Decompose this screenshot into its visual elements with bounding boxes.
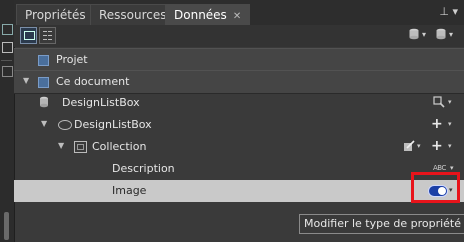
- plus-icon[interactable]: +: [431, 138, 443, 154]
- chevron-down-icon[interactable]: ▾: [448, 98, 452, 106]
- text-type-icon[interactable]: ABC: [433, 164, 446, 172]
- tree-label: Description: [112, 162, 175, 175]
- tree-row-designlistbox-child[interactable]: ▼ DesignListBox + ▾: [14, 114, 464, 136]
- tree-label: Ce document: [56, 75, 130, 88]
- tree-label: Collection: [92, 140, 147, 153]
- tab-ressources[interactable]: Ressources: [90, 4, 176, 26]
- tree-label: Projet: [56, 53, 88, 66]
- chevron-down-icon[interactable]: ▾: [422, 30, 426, 39]
- database-icon[interactable]: [435, 28, 447, 40]
- eye-icon: [58, 120, 72, 130]
- database-icon: [40, 96, 48, 108]
- edit-icon[interactable]: [403, 140, 415, 152]
- database-icon[interactable]: [408, 28, 420, 40]
- data-toolbar: ▾ ▾: [14, 25, 464, 47]
- plus-icon[interactable]: +: [431, 116, 443, 132]
- tree-row-description[interactable]: Description ABC ▾: [14, 158, 464, 180]
- window-icon: [24, 31, 35, 40]
- dock-dots-icon[interactable]: [2, 66, 13, 77]
- magnifier-icon[interactable]: [433, 96, 445, 108]
- tree-row-ce-document[interactable]: ▼ Ce document: [14, 70, 464, 94]
- left-dock-strip: [0, 0, 15, 242]
- tree-row-projet[interactable]: Projet: [14, 48, 464, 72]
- square-icon: [38, 55, 49, 66]
- expand-icon[interactable]: ▼: [41, 119, 47, 128]
- expand-icon[interactable]: ▼: [23, 76, 29, 85]
- collection-icon: [74, 141, 87, 153]
- tree-row-designlistbox[interactable]: DesignListBox ▾: [14, 92, 464, 114]
- dock-scrollbar[interactable]: [4, 212, 9, 240]
- dock-arrows-icon[interactable]: [2, 42, 13, 53]
- pin-icon[interactable]: ⊥ ▾: [439, 5, 458, 18]
- tree-label: Image: [112, 184, 147, 197]
- list-icon: [43, 31, 52, 40]
- dock-icon[interactable]: [2, 24, 13, 35]
- chevron-down-icon[interactable]: ▾: [417, 142, 421, 150]
- list-view-button[interactable]: [20, 27, 37, 44]
- chevron-down-icon[interactable]: ▾: [448, 120, 452, 128]
- toggle-knob: [438, 187, 446, 195]
- toggle-icon[interactable]: [428, 185, 448, 197]
- panel-tab-bar: Propriétés Ressources Données ✕ ⊥ ▾: [14, 0, 464, 26]
- square-icon: [38, 77, 49, 88]
- tab-proprietes[interactable]: Propriétés: [16, 4, 95, 26]
- tree-row-image[interactable]: Image: [14, 180, 464, 202]
- tree-row-collection[interactable]: ▼ Collection ▾ + ▾: [14, 136, 464, 158]
- tree-label: DesignListBox: [62, 96, 140, 109]
- chevron-down-icon[interactable]: ▾: [449, 186, 453, 194]
- chevron-down-icon[interactable]: ▾: [449, 30, 453, 39]
- tab-donnees[interactable]: Données ✕: [165, 4, 251, 26]
- chevron-down-icon[interactable]: ▾: [448, 142, 452, 150]
- expand-icon[interactable]: ▼: [58, 141, 64, 150]
- tree-label: DesignListBox: [74, 118, 152, 131]
- close-icon[interactable]: ✕: [233, 11, 241, 22]
- details-view-button[interactable]: [39, 27, 56, 44]
- dock-separator: [1, 60, 12, 61]
- chevron-down-icon[interactable]: ▾: [450, 164, 454, 172]
- tooltip: Modifier le type de propriété: [299, 214, 464, 234]
